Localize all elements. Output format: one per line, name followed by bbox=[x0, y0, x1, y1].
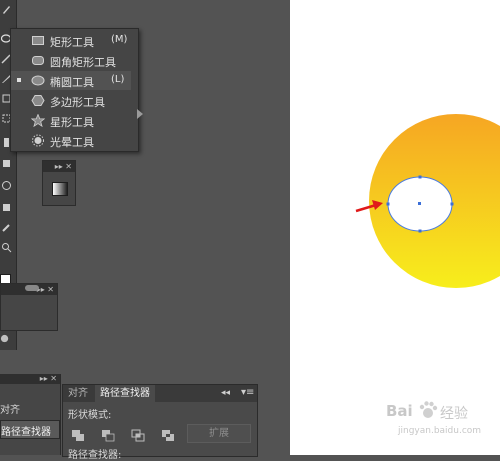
docked-panel-list: ▸▸ ✕ 对齐 路径查找器 bbox=[0, 374, 61, 455]
flyout-item-ellipse[interactable]: 椭圆工具 (L) bbox=[11, 71, 131, 90]
flare-icon bbox=[32, 134, 44, 147]
watermark-brand-suffix: 经验 bbox=[440, 406, 468, 422]
center-point bbox=[418, 202, 421, 205]
watermark: Bai 经验 jingyan.baidu.com bbox=[378, 398, 498, 448]
panel-menu-icon[interactable]: ▾≡ bbox=[241, 387, 254, 398]
unite-icon[interactable] bbox=[71, 429, 85, 442]
intersect-icon[interactable] bbox=[131, 429, 145, 442]
rounded-rectangle-icon bbox=[32, 56, 44, 65]
panel-item-pathfinder[interactable]: 路径查找器 bbox=[0, 420, 60, 439]
watermark-url: jingyan.baidu.com bbox=[398, 426, 482, 436]
ellipse-icon bbox=[31, 75, 45, 86]
pathfinder-tabbar: 对齐 路径查找器 ◂◂ ▾≡ bbox=[63, 385, 257, 402]
tab-pathfinder[interactable]: 路径查找器 bbox=[95, 385, 155, 402]
shape-tools-flyout: 矩形工具 (M) 圆角矩形工具 椭圆工具 (L) 多边形工具 星形工具 光晕工具 bbox=[10, 28, 143, 152]
mesh-tool-icon[interactable] bbox=[1, 180, 12, 191]
anchor-point-right[interactable] bbox=[450, 202, 454, 206]
eyedropper-tool-icon[interactable] bbox=[1, 222, 12, 233]
artwork bbox=[355, 114, 500, 288]
expand-button[interactable]: 扩展 bbox=[187, 424, 251, 443]
exclude-icon[interactable] bbox=[161, 429, 175, 442]
paw-logo-icon bbox=[419, 401, 438, 418]
panel-item-align[interactable]: 对齐 bbox=[0, 401, 20, 416]
flyout-item-shortcut: (M) bbox=[111, 34, 128, 45]
flyout-item-rectangle[interactable]: 矩形工具 (M) bbox=[11, 31, 131, 50]
gradient-swatch-icon[interactable] bbox=[52, 182, 68, 196]
flyout-item-flare[interactable]: 光晕工具 bbox=[11, 131, 131, 150]
flyout-item-label: 椭圆工具 bbox=[50, 76, 94, 89]
flyout-item-star[interactable]: 星形工具 bbox=[11, 111, 131, 130]
collapse-icon[interactable]: ◂◂ bbox=[221, 388, 230, 398]
anchor-point-left[interactable] bbox=[386, 202, 390, 206]
flyout-item-label: 光晕工具 bbox=[50, 136, 94, 149]
workspace: 矩形工具 (M) 圆角矩形工具 椭圆工具 (L) 多边形工具 星形工具 光晕工具… bbox=[0, 0, 290, 461]
selected-indicator bbox=[17, 78, 21, 82]
polygon-icon bbox=[31, 95, 45, 106]
flyout-item-label: 矩形工具 bbox=[50, 36, 94, 49]
flyout-item-shortcut: (L) bbox=[111, 74, 125, 85]
screen-mode-icon[interactable] bbox=[0, 334, 10, 344]
anchor-point-bottom[interactable] bbox=[418, 229, 422, 233]
flyout-tearoff-arrow[interactable] bbox=[137, 109, 143, 119]
flyout-item-polygon[interactable]: 多边形工具 bbox=[11, 91, 131, 110]
mini-panel-header[interactable]: ▸▸ ✕ bbox=[43, 161, 75, 172]
pen-tool-icon[interactable] bbox=[1, 4, 12, 15]
shape-builder-tool-icon[interactable] bbox=[1, 158, 12, 169]
flyout-item-label: 星形工具 bbox=[50, 116, 94, 129]
tab-align[interactable]: 对齐 bbox=[63, 385, 93, 402]
collapsed-panel: ▸▸ ✕ bbox=[0, 283, 58, 331]
gradient-tool-icon[interactable] bbox=[1, 202, 12, 213]
flyout-item-rounded-rectangle[interactable]: 圆角矩形工具 bbox=[11, 51, 131, 70]
minus-front-icon[interactable] bbox=[101, 429, 115, 442]
panel-item-label: 路径查找器 bbox=[1, 427, 51, 438]
artboard-canvas[interactable]: Bai 经验 jingyan.baidu.com bbox=[290, 0, 500, 455]
pathfinder-panel: 对齐 路径查找器 ◂◂ ▾≡ 形状模式: 扩展 路径查找器: bbox=[62, 384, 258, 461]
anchor-point-top[interactable] bbox=[418, 175, 422, 179]
star-icon bbox=[31, 114, 45, 127]
flyout-item-label: 圆角矩形工具 bbox=[50, 56, 116, 69]
shape-modes-label: 形状模式: bbox=[68, 410, 112, 421]
watermark-brand: Bai bbox=[386, 402, 413, 420]
flyout-item-label: 多边形工具 bbox=[50, 96, 105, 109]
docked-panel-header[interactable]: ▸▸ ✕ bbox=[0, 374, 60, 384]
rectangle-icon bbox=[32, 36, 44, 45]
zoom-tool-icon[interactable] bbox=[1, 242, 12, 253]
pathfinders-label: 路径查找器: bbox=[68, 450, 122, 461]
panel-handle-icon[interactable] bbox=[25, 285, 39, 291]
gradient-mini-panel: ▸▸ ✕ bbox=[42, 160, 76, 206]
